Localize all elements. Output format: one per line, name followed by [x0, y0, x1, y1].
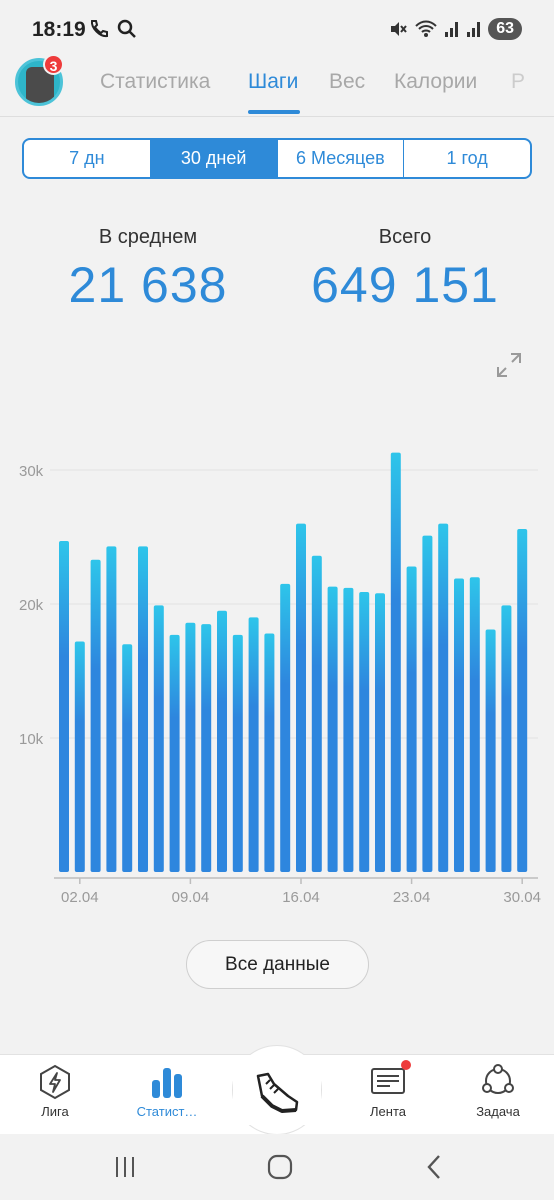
header-divider	[0, 116, 554, 117]
bar-18.04[interactable]	[327, 586, 338, 872]
bar-19.04[interactable]	[343, 587, 354, 872]
y-tick-label: 10k	[19, 731, 44, 748]
tab-steps[interactable]: Шаги	[248, 70, 298, 94]
nav-item-tasks[interactable]: Задача	[453, 1064, 543, 1119]
nav-label-tasks: Задача	[476, 1104, 520, 1119]
bar-11.04[interactable]	[217, 610, 227, 872]
nav-label-statistics: Статист…	[136, 1104, 198, 1119]
bar-03.04[interactable]	[90, 559, 101, 872]
bar-16.04[interactable]	[296, 523, 306, 872]
android-nav-bar	[0, 1134, 554, 1200]
x-tick-label: 30.04	[503, 889, 541, 906]
wifi-icon	[415, 20, 437, 37]
bar-10.04[interactable]	[201, 624, 212, 872]
steps-bar-chart: 10k 20k 30k 02.04 09.04 16.04 23.04 30.04	[19, 452, 541, 906]
bar-06.04[interactable]	[138, 546, 148, 872]
top-tabs: Статистика Шаги Вес Калории Р	[100, 70, 554, 114]
nav-label-feed: Лента	[370, 1104, 406, 1119]
tab-weight[interactable]: Вес	[329, 70, 365, 94]
active-tab-indicator	[248, 110, 300, 114]
bar-15.04[interactable]	[280, 583, 291, 872]
feed-notification-dot	[401, 1060, 411, 1070]
bar-08.04[interactable]	[169, 634, 180, 872]
notification-badge: 3	[43, 54, 64, 75]
expand-icon[interactable]	[494, 350, 524, 380]
signal-icon	[467, 22, 481, 37]
bar-04.04[interactable]	[106, 546, 117, 872]
bar-30.04[interactable]	[517, 528, 528, 872]
period-1-year[interactable]: 1 год	[404, 140, 530, 177]
total-label: Всего	[378, 226, 432, 248]
bar-20.04[interactable]	[359, 591, 370, 872]
status-time: 18:19	[32, 18, 86, 41]
bar-24.04[interactable]	[422, 535, 433, 872]
bar-25.04[interactable]	[438, 523, 449, 872]
bar-01.04[interactable]	[59, 541, 69, 872]
tab-calories[interactable]: Калории	[394, 70, 477, 94]
total-value: 649 151	[311, 257, 499, 313]
bar-29.04[interactable]	[501, 605, 512, 872]
lightning-hexagon-icon	[40, 1064, 70, 1100]
nav-item-feed[interactable]: Лента	[343, 1064, 433, 1119]
bar-27.04[interactable]	[469, 577, 480, 872]
nav-label-league: Лига	[41, 1104, 69, 1119]
home-icon[interactable]	[266, 1153, 294, 1181]
all-data-button[interactable]: Все данные	[186, 940, 369, 989]
bar-23.04[interactable]	[406, 566, 417, 872]
tab-statistics[interactable]: Статистика	[100, 70, 210, 94]
bar-07.04[interactable]	[153, 605, 164, 872]
sneaker-icon[interactable]	[252, 1066, 302, 1116]
x-tick-label: 16.04	[282, 889, 320, 906]
bar-28.04[interactable]	[485, 629, 496, 872]
nav-item-statistics[interactable]: Статист…	[122, 1064, 212, 1119]
period-selector: 7 дн 30 дней 6 Месяцев 1 год	[22, 138, 532, 179]
bar-05.04[interactable]	[122, 644, 133, 872]
tab-more[interactable]: Р	[511, 70, 525, 94]
period-7-days[interactable]: 7 дн	[24, 140, 151, 177]
y-tick-label: 20k	[19, 597, 44, 614]
feed-icon	[371, 1068, 405, 1094]
people-group-icon	[482, 1064, 514, 1094]
signal-icon	[445, 22, 459, 37]
bar-21.04[interactable]	[375, 593, 385, 872]
bar-26.04[interactable]	[454, 578, 464, 872]
y-tick-label: 30k	[19, 463, 44, 480]
x-tick-label: 09.04	[172, 889, 210, 906]
average-value: 21 638	[68, 257, 228, 313]
nav-item-league[interactable]: Лига	[10, 1064, 100, 1119]
bar-17.04[interactable]	[311, 555, 322, 872]
bar-14.04[interactable]	[264, 633, 275, 872]
recents-icon[interactable]	[112, 1154, 138, 1180]
search-icon	[117, 19, 136, 38]
x-tick-label: 02.04	[61, 889, 99, 906]
period-30-days[interactable]: 30 дней	[150, 140, 278, 177]
call-icon	[90, 20, 108, 38]
bar-09.04[interactable]	[185, 622, 196, 872]
battery-indicator: 63	[488, 18, 522, 40]
bar-13.04[interactable]	[248, 617, 259, 872]
x-tick-label: 23.04	[393, 889, 431, 906]
bar-12.04[interactable]	[232, 634, 243, 872]
bar-22.04[interactable]	[390, 452, 401, 872]
status-bar: 18:19 63	[0, 0, 554, 60]
bar-02.04[interactable]	[74, 641, 85, 872]
period-6-months[interactable]: 6 Месяцев	[278, 140, 405, 177]
mute-icon	[391, 22, 407, 36]
back-icon[interactable]	[422, 1153, 446, 1181]
average-label: В среднем	[98, 226, 198, 248]
bar-chart-icon	[152, 1068, 182, 1098]
